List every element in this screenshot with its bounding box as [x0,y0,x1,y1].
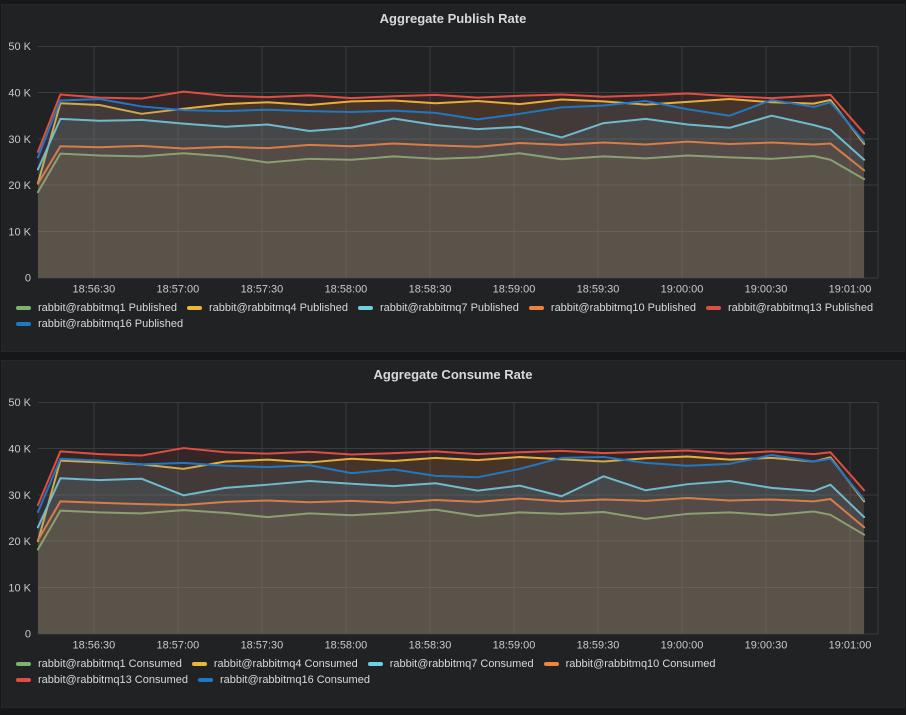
legend-item[interactable]: rabbit@rabbitmq1 Consumed [16,658,182,670]
svg-text:10 K: 10 K [8,226,31,238]
legend-item[interactable]: rabbit@rabbitmq13 Consumed [16,674,188,686]
legend-label: rabbit@rabbitmq13 Consumed [38,674,188,686]
svg-text:30 K: 30 K [8,490,31,502]
svg-text:50 K: 50 K [8,41,31,53]
panel-aggregate-consume-rate: Aggregate Consume Rate 0 10 K 20 K 30 K 40 K… [1,360,905,708]
legend-swatch-icon [16,306,31,310]
legend-item[interactable]: rabbit@rabbitmq16 Consumed [198,674,370,686]
svg-text:18:58:00: 18:58:00 [325,284,368,296]
legend-label: rabbit@rabbitmq10 Consumed [566,658,716,670]
consume-chart-legend: rabbit@rabbitmq1 Consumed rabbit@rabbitmq… [2,655,904,690]
legend-label: rabbit@rabbitmq4 Published [209,302,348,314]
svg-text:20 K: 20 K [8,536,31,548]
legend-swatch-icon [187,306,202,310]
legend-swatch-icon [368,662,383,666]
svg-text:18:57:00: 18:57:00 [157,640,200,652]
legend-label: rabbit@rabbitmq1 Consumed [38,658,182,670]
svg-text:50 K: 50 K [8,397,31,409]
legend-label: rabbit@rabbitmq7 Published [380,302,519,314]
svg-text:0: 0 [25,273,31,285]
legend-item[interactable]: rabbit@rabbitmq7 Published [358,302,519,314]
legend-label: rabbit@rabbitmq16 Consumed [220,674,370,686]
legend-item[interactable]: rabbit@rabbitmq7 Consumed [368,658,534,670]
svg-text:18:59:00: 18:59:00 [493,284,536,296]
svg-text:40 K: 40 K [8,88,31,100]
svg-text:18:57:30: 18:57:30 [241,640,284,652]
legend-swatch-icon [192,662,207,666]
svg-text:19:00:30: 19:00:30 [745,284,788,296]
svg-text:19:01:00: 19:01:00 [829,284,872,296]
legend-swatch-icon [16,322,31,326]
svg-text:18:56:30: 18:56:30 [73,640,116,652]
svg-text:19:00:00: 19:00:00 [661,640,704,652]
panel-aggregate-publish-rate: Aggregate Publish Rate 0 10 K 20 K 30 K 40 K… [1,4,905,352]
svg-text:18:59:30: 18:59:30 [577,640,620,652]
svg-text:19:00:00: 19:00:00 [661,284,704,296]
svg-text:40 K: 40 K [8,444,31,456]
legend-item[interactable]: rabbit@rabbitmq4 Consumed [192,658,358,670]
legend-item[interactable]: rabbit@rabbitmq16 Published [16,318,183,330]
publish-chart-legend: rabbit@rabbitmq1 Published rabbit@rabbitm… [2,299,904,334]
legend-label: rabbit@rabbitmq10 Published [551,302,696,314]
legend-swatch-icon [544,662,559,666]
svg-text:18:58:30: 18:58:30 [409,640,452,652]
svg-text:10 K: 10 K [8,582,31,594]
legend-item[interactable]: rabbit@rabbitmq13 Published [706,302,873,314]
svg-text:18:59:00: 18:59:00 [493,640,536,652]
panel-title-publish[interactable]: Aggregate Publish Rate [2,5,904,33]
legend-item[interactable]: rabbit@rabbitmq10 Published [529,302,696,314]
legend-item[interactable]: rabbit@rabbitmq10 Consumed [544,658,716,670]
legend-item[interactable]: rabbit@rabbitmq4 Published [187,302,348,314]
svg-text:18:56:30: 18:56:30 [73,284,116,296]
legend-swatch-icon [529,306,544,310]
legend-swatch-icon [16,678,31,682]
legend-swatch-icon [16,662,31,666]
legend-label: rabbit@rabbitmq1 Published [38,302,177,314]
svg-text:18:57:30: 18:57:30 [241,284,284,296]
legend-item[interactable]: rabbit@rabbitmq1 Published [16,302,177,314]
publish-rate-chart[interactable]: 0 10 K 20 K 30 K 40 K 50 K 18:56:30 18:57:00 18:… [2,33,905,299]
svg-text:19:01:00: 19:01:00 [829,640,872,652]
legend-swatch-icon [706,306,721,310]
grafana-dashboard: Aggregate Publish Rate 0 10 K 20 K 30 K 40 K… [0,4,906,715]
legend-label: rabbit@rabbitmq7 Consumed [390,658,534,670]
svg-text:19:00:30: 19:00:30 [745,640,788,652]
svg-text:0: 0 [25,629,31,641]
svg-text:30 K: 30 K [8,134,31,146]
legend-label: rabbit@rabbitmq4 Consumed [214,658,358,670]
legend-label: rabbit@rabbitmq16 Published [38,318,183,330]
legend-swatch-icon [358,306,373,310]
svg-text:18:57:00: 18:57:00 [157,284,200,296]
svg-text:18:59:30: 18:59:30 [577,284,620,296]
consume-rate-chart[interactable]: 0 10 K 20 K 30 K 40 K 50 K 18:56:30 18:57:00 18:… [2,389,905,655]
legend-label: rabbit@rabbitmq13 Published [728,302,873,314]
svg-text:18:58:30: 18:58:30 [409,284,452,296]
svg-text:20 K: 20 K [8,180,31,192]
legend-swatch-icon [198,678,213,682]
svg-text:18:58:00: 18:58:00 [325,640,368,652]
panel-title-consume[interactable]: Aggregate Consume Rate [2,361,904,389]
